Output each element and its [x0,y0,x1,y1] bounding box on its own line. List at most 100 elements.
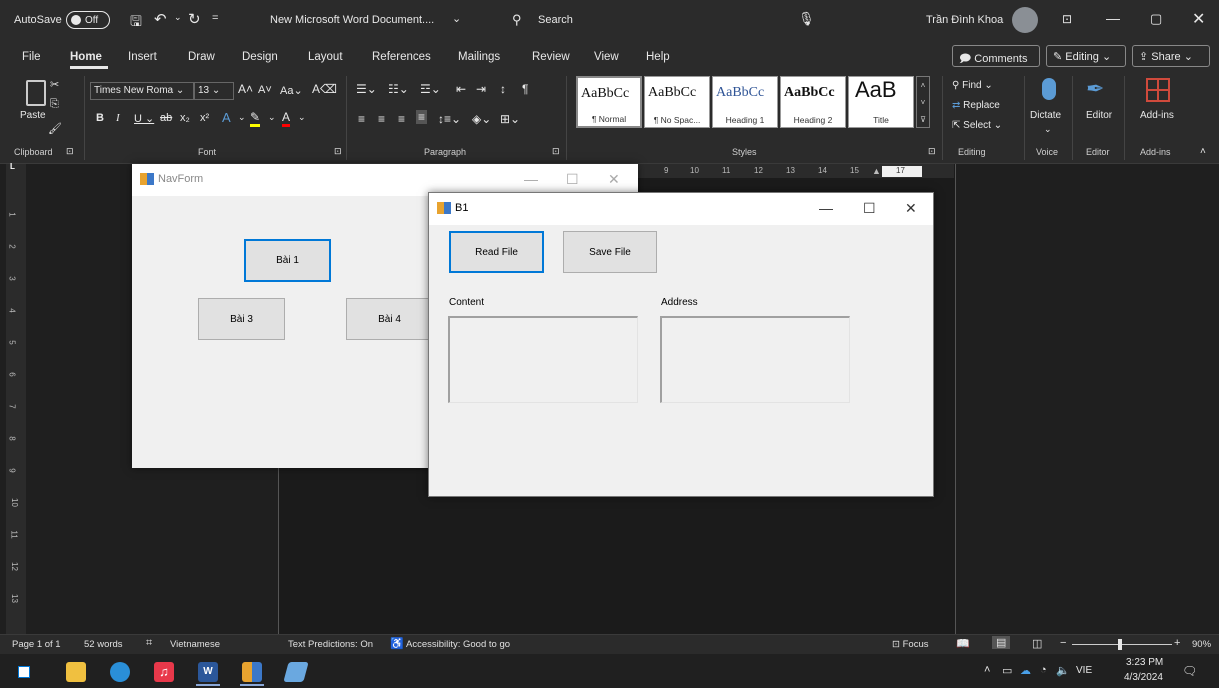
edge-icon[interactable] [110,662,130,682]
strikethrough-icon[interactable]: ab [160,112,172,124]
clock-time[interactable]: 3:23 PM [1126,657,1163,668]
document-title[interactable]: New Microsoft Word Document.... [270,14,434,26]
bai1-button[interactable]: Bài 1 [244,239,331,282]
restore-icon[interactable]: ▢ [1150,11,1162,27]
italic-icon[interactable]: I [116,112,120,124]
zoom-out-icon[interactable]: − [1060,637,1066,649]
page-count[interactable]: Page 1 of 1 [12,639,61,650]
user-name[interactable]: Trần Đình Khoa [926,14,1003,26]
print-layout-icon[interactable]: ▤ [992,636,1011,649]
maximize-icon[interactable]: ☐ [863,200,876,217]
focus-button[interactable]: ⊡ Focus [892,639,928,650]
change-case-icon[interactable]: Aa⌄ [280,84,303,97]
paste-button[interactable]: Paste [20,110,46,121]
style-normal[interactable]: AaBbCc ¶ Normal [576,76,642,128]
zoom-level[interactable]: 90% [1192,639,1211,650]
notifications-icon[interactable]: 🗨 [1182,664,1197,678]
bullets-icon[interactable]: ☰⌄ [356,82,377,96]
align-right-icon[interactable]: ≡ [398,112,405,126]
tab-help[interactable]: Help [646,51,670,63]
borders-icon[interactable]: ⊞⌄ [500,112,520,126]
tab-file[interactable]: File [22,51,41,63]
ribbon-display-icon[interactable]: ⊡ [1062,12,1072,26]
clock-date[interactable]: 4/3/2024 [1124,672,1163,683]
addins-grid-icon[interactable] [1146,78,1170,102]
dictate-button[interactable]: Dictate [1030,110,1061,121]
decrease-indent-icon[interactable]: ⇤ [456,82,466,96]
show-hidden-icons-icon[interactable]: ˄ [984,664,990,676]
tab-stop-icon[interactable]: L [10,162,15,171]
subscript-icon[interactable]: x₂ [180,112,190,124]
tab-design[interactable]: Design [242,51,278,63]
accessibility-status[interactable]: Accessibility: Good to go [406,639,510,650]
shrink-font-icon[interactable]: A˅ [258,84,272,96]
b1-titlebar[interactable]: B1 — ☐ ✕ [429,193,933,225]
line-spacing-icon[interactable]: ↕≡⌄ [438,112,461,126]
redo-icon[interactable]: ↻ [188,10,201,28]
address-textbox[interactable] [660,316,850,403]
autosave-toggle[interactable]: Off [66,11,110,29]
clear-formatting-icon[interactable]: A⌫ [312,82,337,96]
word-icon[interactable]: W [198,662,218,682]
read-file-button[interactable]: Read File [449,231,544,273]
multilevel-list-icon[interactable]: ☲⌄ [420,82,441,96]
addins-button[interactable]: Add-ins [1140,110,1174,121]
bold-icon[interactable]: B [96,112,104,124]
shading-icon[interactable]: ◈⌄ [472,112,491,126]
select-button[interactable]: ⇱ Select ⌄ [952,120,1002,131]
style-heading-2[interactable]: AaBbCc Heading 2 [780,76,846,128]
file-explorer-icon[interactable] [66,662,86,682]
highlight-dropdown-icon[interactable]: ⌄ [268,112,276,123]
style-heading-1[interactable]: AaBbCc Heading 1 [712,76,778,128]
undo-icon[interactable]: ↶ [154,10,167,28]
bai3-button[interactable]: Bài 3 [198,298,285,340]
word-count[interactable]: 52 words [84,639,123,650]
close-icon[interactable]: ✕ [608,171,620,188]
dictate-dropdown-icon[interactable]: ⌄ [1044,124,1052,135]
search-box[interactable]: Search [538,14,573,26]
styles-scroll-icon[interactable]: ˄ ˅ ⊽ [916,76,930,128]
tab-draw[interactable]: Draw [188,51,215,63]
editor-button[interactable]: Editor [1086,110,1112,121]
style-no-spacing[interactable]: AaBbCc ¶ No Spac... [644,76,710,128]
search-icon[interactable]: ⚲ [512,12,522,28]
music-app-icon[interactable]: ♫ [154,662,174,682]
paste-icon[interactable] [26,80,46,106]
styles-launcher-icon[interactable]: ⊡ [928,146,936,157]
battery-icon[interactable]: ▭ [1002,664,1012,677]
highlight-icon[interactable]: ✎ [250,110,261,127]
content-textbox[interactable] [448,316,638,403]
zoom-slider[interactable] [1072,639,1172,650]
tab-mailings[interactable]: Mailings [458,51,500,63]
wifi-icon[interactable]: ◔ [1040,664,1047,676]
tab-references[interactable]: References [372,51,431,63]
winforms-app-icon[interactable] [242,662,262,682]
minimize-icon[interactable]: — [524,171,538,187]
cut-icon[interactable]: ✂ [50,78,59,91]
save-file-button[interactable]: Save File [563,231,657,273]
title-chevron-icon[interactable]: ⌄ [452,12,461,25]
avatar[interactable] [1012,7,1038,33]
bai4-button[interactable]: Bài 4 [346,298,433,340]
text-effects-icon[interactable]: A [222,110,231,125]
copy-icon[interactable]: ⎘ [50,98,59,111]
volume-icon[interactable]: 🔈 [1056,664,1070,677]
customize-toolbar-icon[interactable]: = [212,12,218,24]
language-status[interactable]: Vietnamese [170,639,220,650]
pilcrow-icon[interactable]: ¶ [522,82,528,96]
font-name-select[interactable]: Times New Roma ⌄ [90,82,194,100]
close-icon[interactable]: ✕ [905,200,917,217]
minimize-icon[interactable]: — [819,200,833,216]
numbering-icon[interactable]: ☷⌄ [388,82,409,96]
text-predictions-status[interactable]: Text Predictions: On [288,639,373,650]
collapse-ribbon-icon[interactable]: ˄ [1200,146,1206,157]
align-center-icon[interactable]: ≡ [378,112,385,126]
clipboard-launcher-icon[interactable]: ⊡ [66,146,74,157]
underline-icon[interactable]: U ⌄ [134,112,154,125]
superscript-icon[interactable]: x² [200,112,209,124]
tab-review[interactable]: Review [532,51,570,63]
maximize-icon[interactable]: ☐ [566,171,579,188]
indent-marker-icon[interactable]: ▲ [872,166,881,176]
tab-insert[interactable]: Insert [128,51,157,63]
font-size-select[interactable]: 13 ⌄ [194,82,234,100]
